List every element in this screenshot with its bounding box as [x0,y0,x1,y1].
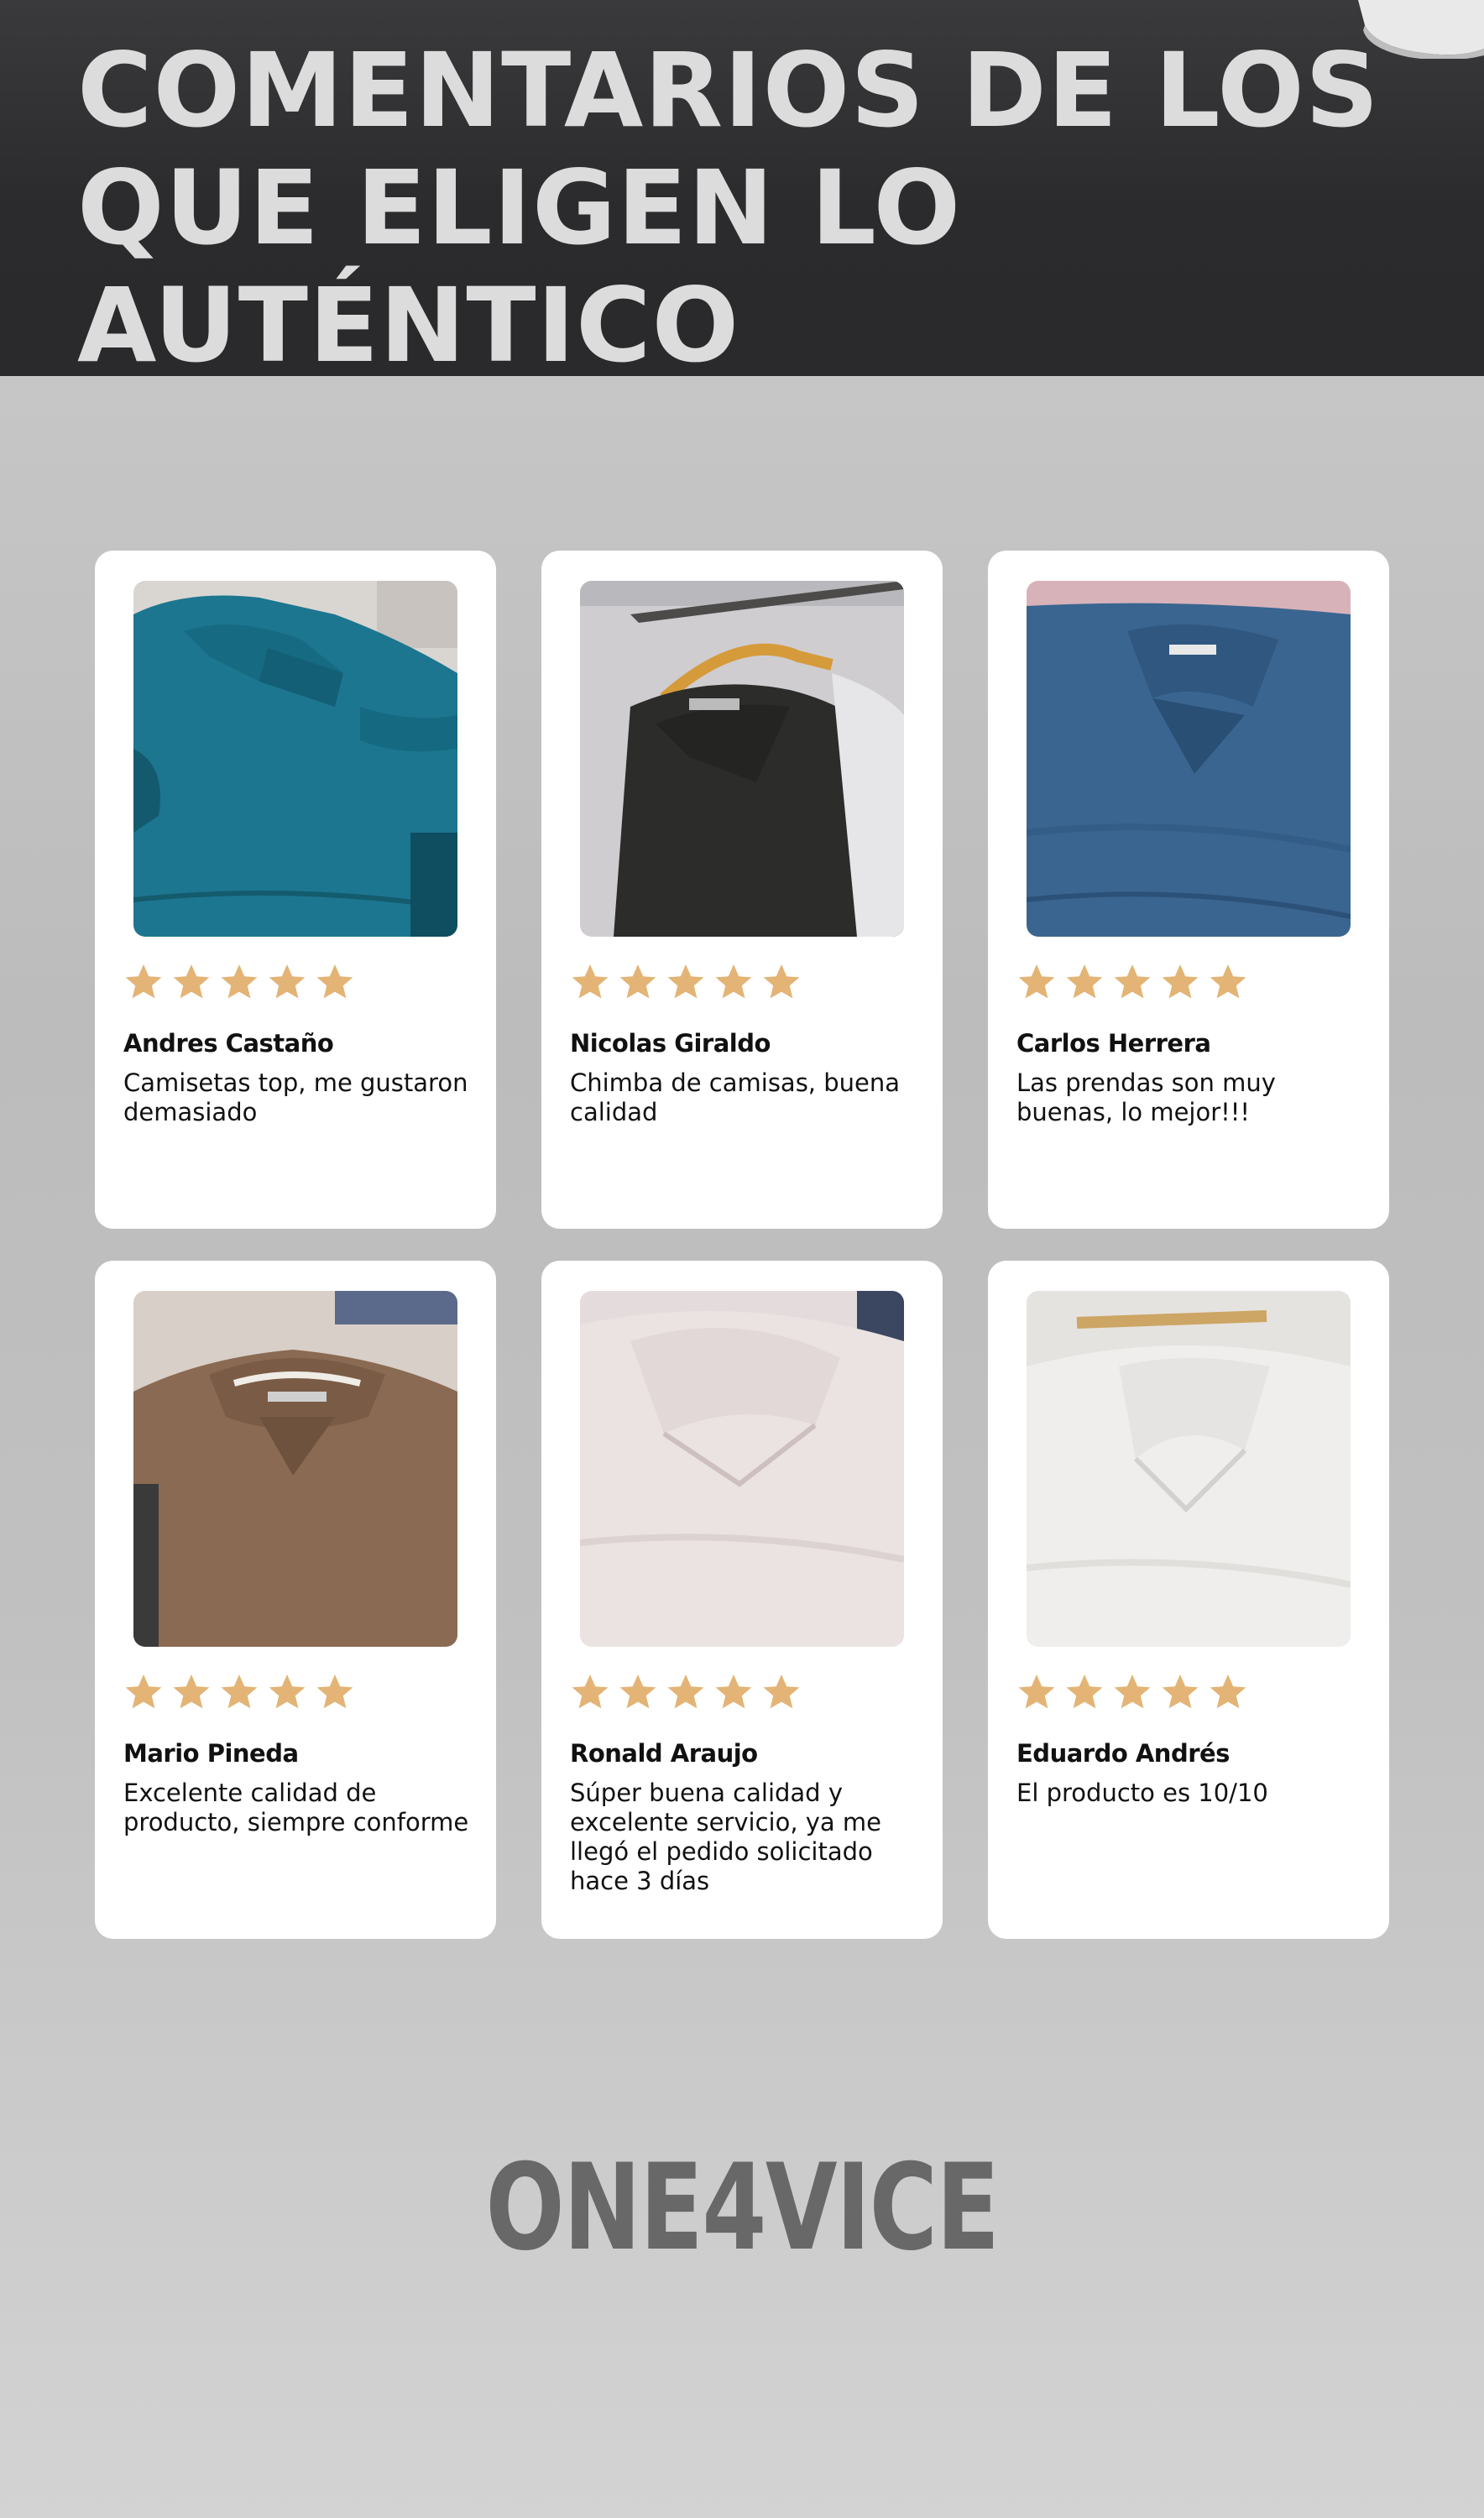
reviews-grid: Andres Castaño Camisetas top, me gustaro… [95,551,1389,1939]
star-icon [619,1674,656,1709]
star-icon [667,1674,704,1709]
star-icon [1114,1674,1151,1709]
review-text: Chimba de camisas, buena calidad [570,1068,901,1126]
rating-stars [1016,962,1248,1002]
star-icon [173,1674,210,1709]
rating-stars [570,962,802,1002]
review-card: Andres Castaño Camisetas top, me gustaro… [95,551,496,1229]
rating-stars [123,962,355,1002]
review-card: Mario Pineda Excelente calidad de produc… [95,1261,496,1939]
star-icon [1018,964,1055,999]
star-icon [619,964,656,999]
star-icon [572,964,609,999]
star-icon [221,964,258,999]
star-icon [763,1674,800,1709]
review-card: Carlos Herrera Las prendas son muy buena… [988,551,1389,1229]
review-text: Excelente calidad de producto, siempre c… [123,1779,469,1836]
pink-polo-shirt-photo [580,1291,904,1647]
reviewer-name: Mario Pineda [123,1739,299,1768]
page-title: COMENTARIOS DE LOS QUE ELIGEN LO AUTÉNTI… [77,32,1420,384]
star-icon [1210,964,1246,999]
review-text: Camisetas top, me gustaron demasiado [123,1068,468,1126]
black-polo-shirt-photo [580,581,904,937]
star-icon [572,1674,609,1709]
star-icon [1162,964,1199,999]
reviewer-name: Ronald Araujo [570,1739,758,1768]
brown-polo-shirt-photo [133,1291,457,1647]
header-banner: COMENTARIOS DE LOS QUE ELIGEN LO AUTÉNTI… [0,0,1484,384]
star-icon [1066,1674,1103,1709]
star-icon [1114,964,1151,999]
reviewer-name: Carlos Herrera [1016,1029,1211,1058]
review-text: Las prendas son muy buenas, lo mejor!!! [1016,1068,1276,1126]
review-text: Súper buena calidad y excelente servicio… [570,1779,881,1895]
star-icon [667,964,704,999]
review-card: Ronald Araujo Súper buena calidad y exce… [541,1261,943,1939]
review-card: Eduardo Andrés El producto es 10/10 [988,1261,1389,1939]
title-line-1: COMENTARIOS DE LOS [77,31,1380,150]
star-icon [173,964,210,999]
star-icon [715,964,752,999]
star-icon [221,1674,258,1709]
star-icon [715,1674,752,1709]
reviewer-name: Andres Castaño [123,1029,334,1058]
star-icon [125,964,162,999]
star-icon [1066,964,1103,999]
star-icon [1162,1674,1199,1709]
rating-stars [1016,1672,1248,1712]
rating-stars [123,1672,355,1712]
rating-stars [570,1672,802,1712]
star-icon [1018,1674,1055,1709]
star-icon [316,964,353,999]
star-icon [316,1674,353,1709]
reviewer-name: Nicolas Giraldo [570,1029,771,1058]
white-polo-shirt-photo [1027,1291,1351,1647]
review-card: Nicolas Giraldo Chimba de camisas, buena… [541,551,943,1229]
sneaker-image [1358,0,1484,59]
brand-logo: ONE4VICE [485,2139,1001,2277]
star-icon [125,1674,162,1709]
star-icon [763,964,800,999]
blue-polo-shirt-photo [1027,581,1351,937]
reviewer-name: Eduardo Andrés [1016,1739,1230,1768]
teal-polo-shirt-photo [133,581,457,937]
star-icon [269,1674,306,1709]
star-icon [1210,1674,1246,1709]
title-line-2: QUE ELIGEN LO AUTÉNTICO [77,149,962,385]
star-icon [269,964,306,999]
review-text: El producto es 10/10 [1016,1779,1268,1807]
